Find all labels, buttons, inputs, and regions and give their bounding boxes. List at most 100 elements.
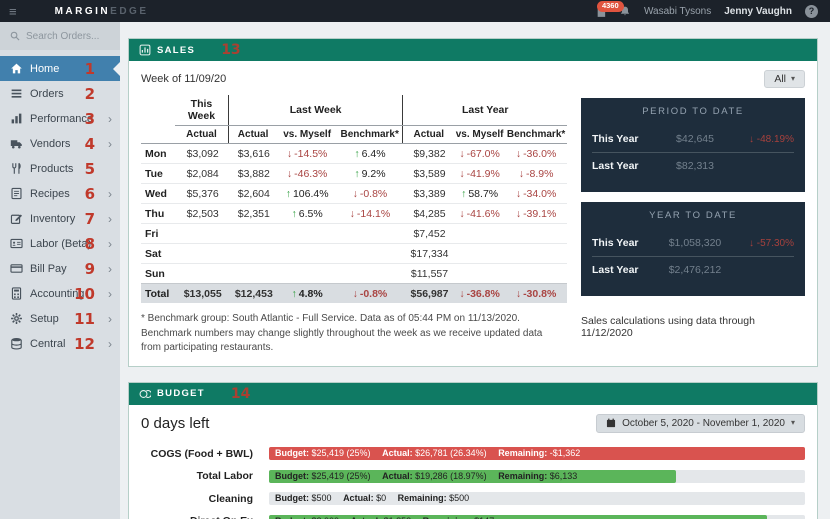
budget-row: Cleaning Budget: $500 Actual: $0 Remaini… bbox=[141, 488, 805, 511]
days-left-label: 0 days left bbox=[141, 414, 210, 432]
notification-count-badge[interactable]: 4360 bbox=[596, 0, 624, 12]
budget-category-label: Total Labor bbox=[196, 470, 253, 483]
budget-category-label: Cleaning bbox=[208, 492, 253, 505]
annotation-number: 3 bbox=[84, 109, 95, 128]
sidebar-item-performance[interactable]: Performance 3 › bbox=[0, 106, 120, 131]
budget-panel-header: BUDGET 14 bbox=[129, 382, 817, 405]
sales-panel-body: Week of 11/09/20 This Week Last Week Las… bbox=[129, 61, 817, 366]
annotation-number: 2 bbox=[84, 84, 95, 103]
annotation-number: 1 bbox=[84, 59, 95, 78]
year-to-date-title: YEAR TO DATE bbox=[649, 210, 737, 221]
sales-panel-header: SALES 13 bbox=[129, 39, 817, 61]
annotation-number: 5 bbox=[84, 159, 95, 178]
delta-down-indicator: ↓ -48.19% bbox=[748, 133, 794, 145]
sidebar-item-vendors[interactable]: Vendors 4 › bbox=[0, 131, 120, 156]
annotation-number: 11 bbox=[74, 309, 95, 328]
sidebar-item-products[interactable]: Products 5 bbox=[0, 156, 120, 181]
budget-category-label: Direct Op Ex bbox=[141, 515, 253, 519]
help-icon[interactable]: ? bbox=[805, 4, 818, 18]
pencil-square-icon bbox=[10, 212, 23, 225]
restaurant-name[interactable]: Wasabi Tysons bbox=[644, 6, 711, 17]
list-icon bbox=[10, 87, 23, 100]
credit-card-icon bbox=[10, 262, 23, 275]
utensils-icon bbox=[10, 162, 23, 175]
annotation-number: 9 bbox=[84, 259, 95, 278]
sidebar-item-labor[interactable]: Labor (Beta) 8 › bbox=[0, 231, 120, 256]
sales-chart-icon bbox=[139, 44, 151, 56]
date-range-dropdown[interactable]: October 5, 2020 - November 1, 2020 ▾ bbox=[596, 413, 805, 433]
col-header-actual: Actual bbox=[227, 125, 278, 144]
calculator-icon bbox=[10, 287, 23, 300]
period-to-date-title: PERIOD TO DATE bbox=[642, 106, 744, 117]
search-icon bbox=[10, 31, 20, 41]
sidebar-item-bill-pay[interactable]: Bill Pay 9 › bbox=[0, 256, 120, 281]
delta-down-indicator: ↓ -57.30% bbox=[748, 237, 794, 249]
chevron-down-icon: ▾ bbox=[790, 418, 795, 427]
sidebar-item-inventory[interactable]: Inventory 7 › bbox=[0, 206, 120, 231]
menu-icon[interactable]: ≡ bbox=[9, 5, 17, 18]
chevron-right-icon: › bbox=[108, 186, 112, 201]
chevron-right-icon: › bbox=[108, 286, 112, 301]
annotation-number: 13 bbox=[221, 42, 241, 58]
chevron-right-icon: › bbox=[108, 311, 112, 326]
gear-icon bbox=[10, 312, 23, 325]
col-group-this-week: This Week bbox=[175, 95, 229, 126]
annotation-number: 14 bbox=[230, 385, 251, 402]
budget-row: COGS (Food + BWL) Budget: $25,419 (25%) … bbox=[141, 443, 805, 466]
search-input[interactable] bbox=[26, 30, 104, 42]
sales-data-note: Sales calculations using data through 11… bbox=[581, 315, 755, 339]
col-header-vs-myself: vs. Myself bbox=[277, 125, 337, 144]
sidebar-item-orders[interactable]: Orders 2 bbox=[0, 81, 120, 106]
budget-panel: BUDGET 14 0 days left October 5, 2020 - … bbox=[128, 381, 818, 519]
sidebar-item-recipes[interactable]: Recipes 6 › bbox=[0, 181, 120, 206]
topbar-right: 4360 Wasabi Tysons Jenny Vaughn ? bbox=[596, 0, 818, 18]
budget-coins-icon bbox=[139, 388, 151, 400]
chevron-down-icon: ▾ bbox=[790, 74, 795, 83]
annotation-number: 6 bbox=[84, 184, 95, 203]
sales-panel-title: SALES bbox=[157, 44, 196, 56]
truck-icon bbox=[10, 137, 23, 150]
sales-filter-dropdown[interactable]: All ▾ bbox=[764, 70, 805, 88]
main-content: SALES 13 Week of 11/09/20 This Week Last… bbox=[120, 22, 830, 519]
sales-table-row: Tue $2,084 $3,882 ↓ -46.3% ↑ 9.2% $3,589 ↓… bbox=[141, 163, 567, 184]
sales-table-row: Mon $3,092 $3,616 ↓ -14.5% ↑ 6.4% $9,382 ↓… bbox=[145, 147, 557, 160]
col-header-actual: Actual bbox=[402, 125, 455, 144]
sidebar-menu: Home 1 Orders 2 Performance 3 › Vendors … bbox=[0, 56, 120, 356]
benchmark-footnote: * Benchmark group: South Atlantic - Full… bbox=[141, 313, 543, 353]
calendar-icon bbox=[606, 418, 616, 428]
user-name[interactable]: Jenny Vaughn bbox=[724, 6, 792, 17]
marginedge-logo[interactable]: MARGINEDGE bbox=[55, 6, 149, 17]
chevron-right-icon: › bbox=[108, 236, 112, 251]
sidebar-item-central[interactable]: Central 12 › bbox=[0, 331, 120, 356]
sales-table-total-row: Total $13,055 $12,453 ↑ 4.8% ↓ -0.8% $56,9… bbox=[141, 283, 567, 303]
budget-panel-body: 0 days left October 5, 2020 - November 1… bbox=[129, 405, 817, 519]
chevron-right-icon: › bbox=[108, 261, 112, 276]
database-icon bbox=[10, 337, 23, 350]
annotation-number: 8 bbox=[84, 234, 95, 253]
sales-panel: SALES 13 Week of 11/09/20 This Week Last… bbox=[128, 38, 818, 367]
sales-table-row: Thu $2,503 $2,351 ↑ 6.5% ↓ -14.1% $4,285 ↓… bbox=[141, 203, 567, 224]
budget-bar-text: Budget: $25,419 (25%) Actual: $19,286 (1… bbox=[275, 470, 578, 481]
sidebar-item-accounting[interactable]: Accounting 10 › bbox=[0, 281, 120, 306]
chevron-right-icon: › bbox=[108, 211, 112, 226]
search-bar[interactable] bbox=[0, 22, 120, 50]
ptd-this-year-row: This Year $42,645 ↓ -48.19% bbox=[592, 126, 794, 153]
chevron-right-icon: › bbox=[108, 336, 112, 351]
bar-chart-icon bbox=[10, 112, 23, 125]
sidebar-item-setup[interactable]: Setup 11 › bbox=[0, 306, 120, 331]
col-group-last-year: Last Year bbox=[402, 95, 567, 126]
sales-table-row: Sun $11,557 bbox=[141, 263, 567, 284]
budget-progress-bar: Budget: $2,000 Actual: $1,853 Remaining:… bbox=[269, 514, 805, 519]
recipe-book-icon bbox=[10, 187, 23, 200]
chevron-right-icon: › bbox=[108, 136, 112, 151]
sales-table-row: Wed $5,376 $2,604 ↑ 106.4% ↓ -0.8% $3,389 … bbox=[141, 183, 567, 204]
sales-table-row: Sat $17,334 bbox=[141, 243, 567, 264]
year-to-date-panel: YEAR TO DATE This Year $1,058,320 ↓ -57.… bbox=[581, 202, 805, 296]
annotation-number: 4 bbox=[84, 134, 95, 153]
home-icon bbox=[10, 62, 23, 75]
sidebar-item-home[interactable]: Home 1 bbox=[0, 56, 120, 81]
budget-bar-text: Budget: $500 Actual: $0 Remaining: $500 bbox=[275, 493, 470, 504]
chevron-right-icon: › bbox=[108, 111, 112, 126]
notifications-bell-icon[interactable]: 4360 bbox=[596, 0, 631, 18]
sales-table-row: Fri $7,452 bbox=[141, 223, 567, 244]
